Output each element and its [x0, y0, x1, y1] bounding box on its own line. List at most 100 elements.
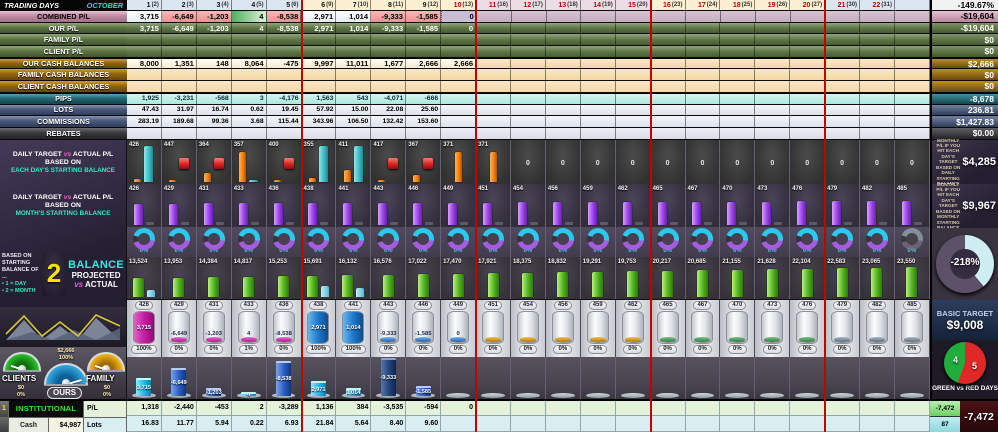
- family-cell[interactable]: [127, 34, 162, 46]
- pips-cell[interactable]: [650, 93, 686, 104]
- commissions-cell[interactable]: [615, 116, 651, 127]
- family_cash-cell[interactable]: [545, 69, 581, 81]
- combined-cell[interactable]: [546, 11, 582, 22]
- lots-cell[interactable]: [545, 104, 581, 116]
- pips-cell[interactable]: [510, 93, 546, 104]
- our_cash-cell[interactable]: -475: [266, 58, 302, 69]
- family-cell[interactable]: [510, 34, 546, 46]
- our_cash-cell[interactable]: [615, 58, 651, 69]
- our-cell[interactable]: -6,649: [161, 22, 197, 34]
- our-cell[interactable]: 3,715: [127, 22, 162, 34]
- our_cash-cell[interactable]: [790, 58, 826, 69]
- pips-cell[interactable]: [441, 93, 477, 104]
- client_cash-cell[interactable]: [441, 81, 477, 92]
- combined-cell[interactable]: 3,715: [127, 11, 162, 22]
- day-header-cell[interactable]: 16 (23): [650, 0, 686, 10]
- institutional-lots-cell[interactable]: 6.93: [266, 415, 302, 432]
- pips-cell[interactable]: -4,071: [371, 93, 407, 104]
- family_cash-cell[interactable]: [860, 69, 895, 81]
- day-header-cell[interactable]: 11 (16): [476, 0, 511, 10]
- day-header-cell[interactable]: 2 (3): [161, 0, 197, 10]
- family-cell[interactable]: [231, 34, 267, 46]
- commissions-cell[interactable]: 283.19: [127, 116, 162, 127]
- client_cash-cell[interactable]: [371, 81, 407, 92]
- institutional-pl-cell[interactable]: -3,535: [371, 401, 407, 416]
- rebates-cell[interactable]: [650, 127, 686, 139]
- institutional-pl-cell[interactable]: [476, 401, 511, 416]
- client-cell[interactable]: [650, 46, 686, 57]
- combined-cell[interactable]: [581, 11, 617, 22]
- commissions-cell[interactable]: [650, 116, 686, 127]
- family_cash-cell[interactable]: [685, 69, 721, 81]
- client-cell[interactable]: [196, 46, 232, 57]
- rebates-cell[interactable]: [825, 127, 861, 139]
- day-header-cell[interactable]: 1 (2): [127, 0, 162, 10]
- day-header-cell[interactable]: 5 (6): [266, 0, 302, 10]
- commissions-cell[interactable]: 343.96: [301, 116, 337, 127]
- our-cell[interactable]: [860, 22, 895, 34]
- lots-cell[interactable]: 22.08: [371, 104, 407, 116]
- client_cash-cell[interactable]: [755, 81, 791, 92]
- lots-cell[interactable]: [894, 104, 930, 116]
- rebates-cell[interactable]: [336, 127, 372, 139]
- lots-cell[interactable]: 15.00: [336, 104, 372, 116]
- pips-cell[interactable]: 1,925: [127, 93, 162, 104]
- institutional-pl-cell[interactable]: [510, 401, 546, 416]
- family-cell[interactable]: [894, 34, 930, 46]
- rebates-cell[interactable]: [790, 127, 826, 139]
- institutional-pl-cell[interactable]: [755, 401, 791, 416]
- our-cell[interactable]: 0: [441, 22, 477, 34]
- client-cell[interactable]: [371, 46, 407, 57]
- combined-cell[interactable]: [686, 11, 721, 22]
- our_cash-cell[interactable]: 148: [196, 58, 232, 69]
- client_cash-cell[interactable]: [336, 81, 372, 92]
- client-cell[interactable]: [336, 46, 372, 57]
- our-cell[interactable]: [825, 22, 861, 34]
- rebates-cell[interactable]: [476, 127, 511, 139]
- client_cash-cell[interactable]: [894, 81, 930, 92]
- family_cash-cell[interactable]: [127, 69, 162, 81]
- commissions-cell[interactable]: [580, 116, 616, 127]
- day-header-cell[interactable]: 15 (20): [615, 0, 651, 10]
- our_cash-cell[interactable]: [510, 58, 546, 69]
- lots-cell[interactable]: [441, 104, 477, 116]
- pips-cell[interactable]: [894, 93, 930, 104]
- rebates-cell[interactable]: [371, 127, 407, 139]
- family_cash-cell[interactable]: [406, 69, 442, 81]
- client_cash-cell[interactable]: [301, 81, 337, 92]
- day-header-cell[interactable]: 19 (26): [755, 0, 791, 10]
- client_cash-cell[interactable]: [720, 81, 756, 92]
- family-cell[interactable]: [755, 34, 791, 46]
- client-cell[interactable]: [615, 46, 651, 57]
- institutional-lots-cell[interactable]: 5.94: [196, 415, 232, 432]
- pips-cell[interactable]: -4,176: [266, 93, 302, 104]
- our-cell[interactable]: 4: [231, 22, 267, 34]
- pips-cell[interactable]: 1,563: [301, 93, 337, 104]
- institutional-lots-cell[interactable]: [685, 415, 721, 432]
- total-pips-cell[interactable]: 87: [930, 416, 960, 432]
- institutional-pl-cell[interactable]: [685, 401, 721, 416]
- family_cash-cell[interactable]: [650, 69, 686, 81]
- family-cell[interactable]: [650, 34, 686, 46]
- rebates-cell[interactable]: [510, 127, 546, 139]
- account-name[interactable]: INSTITUTIONAL: [9, 401, 84, 418]
- cash-value[interactable]: $4,987: [49, 417, 84, 432]
- institutional-pl-cell[interactable]: 1,318: [127, 401, 162, 416]
- pips-cell[interactable]: [755, 93, 791, 104]
- rebates-cell[interactable]: [615, 127, 651, 139]
- family_cash-cell[interactable]: [301, 69, 337, 81]
- institutional-lots-cell[interactable]: [441, 415, 477, 432]
- pips-cell[interactable]: -3,231: [161, 93, 197, 104]
- institutional-pl-cell[interactable]: [860, 401, 895, 416]
- commissions-cell[interactable]: [545, 116, 581, 127]
- pips-cell[interactable]: [685, 93, 721, 104]
- commissions-cell[interactable]: [860, 116, 895, 127]
- family_cash-cell[interactable]: [196, 69, 232, 81]
- commissions-cell[interactable]: 132.42: [371, 116, 407, 127]
- combined-cell[interactable]: [511, 11, 547, 22]
- family-cell[interactable]: [266, 34, 302, 46]
- combined-cell[interactable]: [720, 11, 756, 22]
- rebates-cell[interactable]: [161, 127, 197, 139]
- our-cell[interactable]: [894, 22, 930, 34]
- our-cell[interactable]: [685, 22, 721, 34]
